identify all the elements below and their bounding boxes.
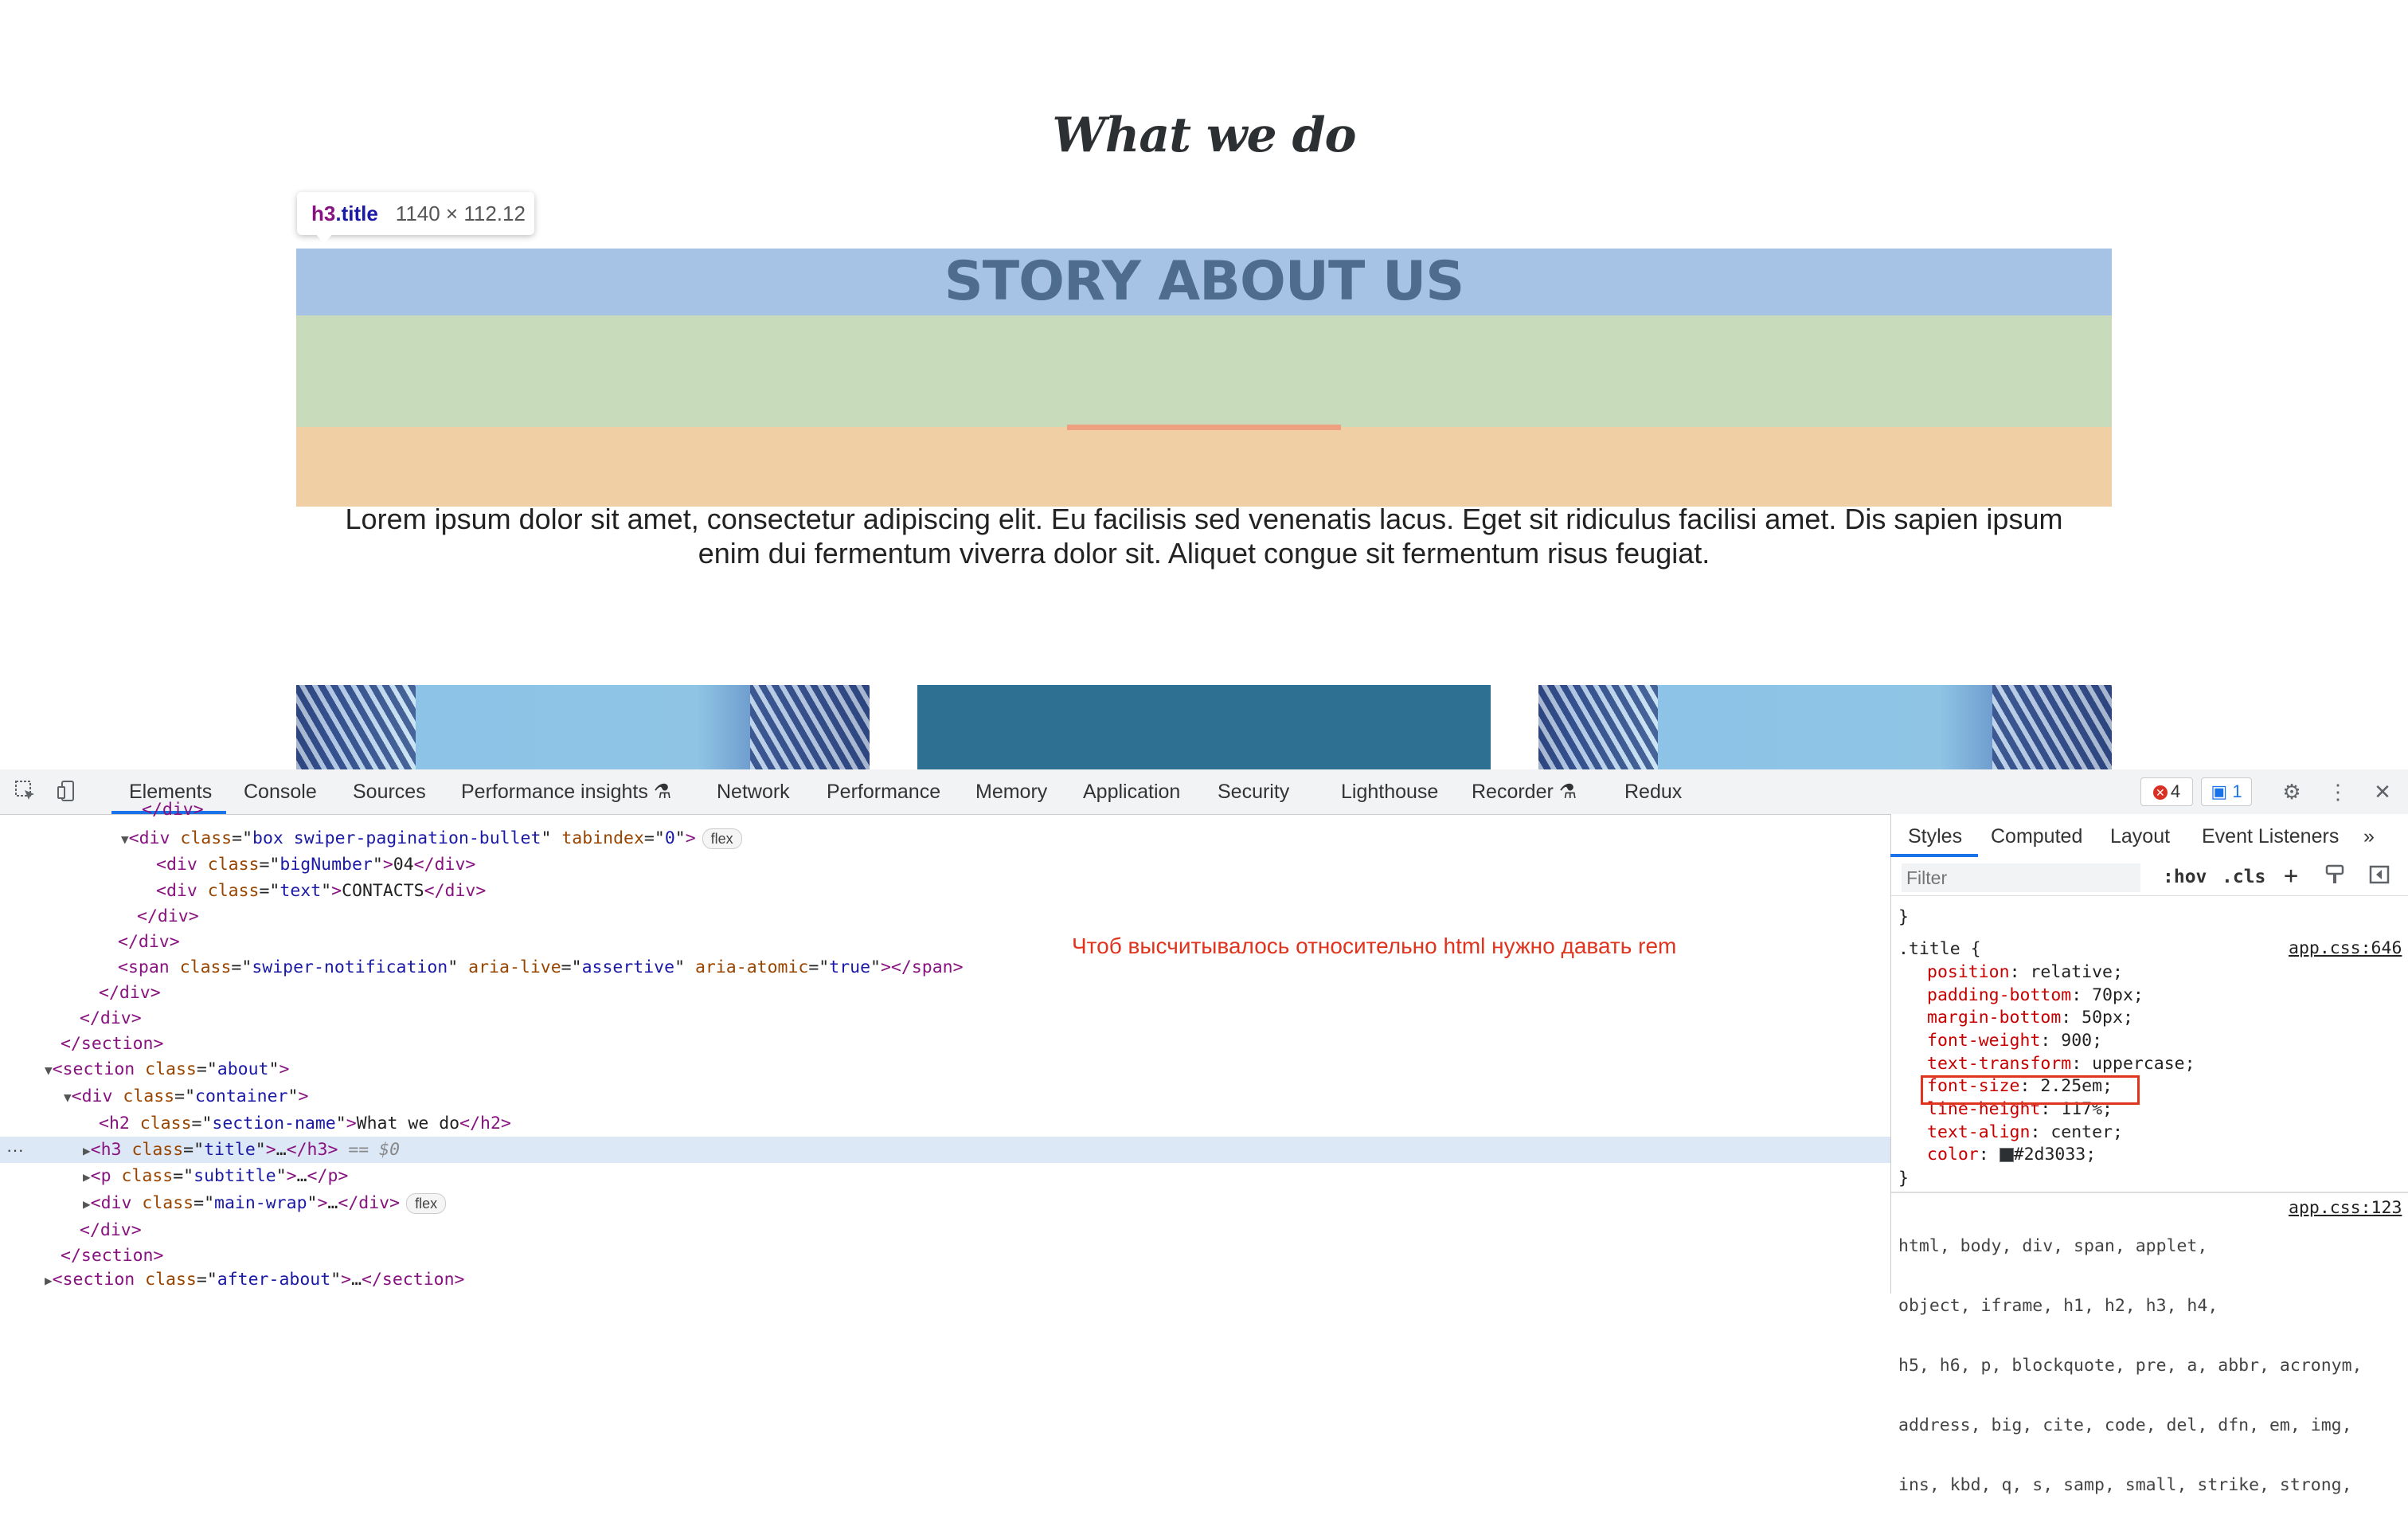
dom-node[interactable]: </div> <box>0 980 1988 1006</box>
dom-node[interactable]: <h2 class="section-name">What we do</h2> <box>0 1110 1988 1137</box>
gear-icon[interactable]: ⚙ <box>2279 779 2304 804</box>
dom-node[interactable]: <div class="text">CONTACTS</div> <box>0 878 2045 904</box>
highlight-padding-box <box>296 315 2112 427</box>
dom-node[interactable]: ▼<div class="box swiper-pagination-bulle… <box>0 825 2010 851</box>
issues-badge[interactable]: ▣ 1 <box>2201 777 2252 806</box>
kebab-menu-icon[interactable]: ⋮ <box>2325 779 2351 804</box>
annotation-note: Чтоб высчитывалось относительно html нуж… <box>1072 934 1677 958</box>
dom-node[interactable]: </div> <box>0 929 2007 955</box>
css-rule-close: } <box>1898 907 1909 927</box>
tooltip-selector: .title <box>335 201 378 225</box>
css-declaration[interactable]: font-weight: 900; <box>1898 1030 2102 1053</box>
section-title: What we do <box>1052 108 1356 163</box>
close-icon[interactable]: ✕ <box>2370 779 2395 804</box>
dom-node[interactable]: ▼<div class="container"> <box>0 1083 1953 1110</box>
css-rule-selector[interactable]: .title { <box>1898 938 1981 961</box>
more-tabs-icon[interactable]: » <box>2363 825 2375 848</box>
dom-node[interactable]: </section> <box>0 1031 1949 1057</box>
tab-layout[interactable]: Layout <box>2110 825 2170 848</box>
cls-button[interactable]: .cls <box>2222 867 2265 887</box>
css-declaration[interactable]: position: relative; <box>1898 961 2123 985</box>
dom-node[interactable]: ▶<p class="subtitle">…</p> <box>0 1163 1972 1189</box>
css-declaration[interactable]: padding-bottom: 70px; <box>1898 985 2144 1008</box>
dom-node[interactable]: <div class="bigNumber">04</div> <box>0 851 2045 878</box>
flex-badge[interactable]: flex <box>406 1193 447 1214</box>
flex-badge[interactable]: flex <box>702 828 742 849</box>
styles-filter-input[interactable] <box>1902 863 2140 892</box>
color-swatch[interactable] <box>1999 1148 2014 1162</box>
dom-node[interactable]: </div> <box>0 800 2031 820</box>
dom-node[interactable]: ▶<section class="after-about">…</section… <box>0 1266 1933 1293</box>
css-declaration[interactable]: color: #2d3033; <box>1898 1144 2096 1167</box>
dom-node[interactable]: </section> <box>0 1243 1949 1269</box>
new-style-rule-icon[interactable]: + <box>2284 862 2298 890</box>
css-selector-list: html, body, div, span, applet, object, i… <box>1898 1236 2363 1495</box>
card-image-1[interactable] <box>296 685 870 769</box>
card-image-2[interactable] <box>917 685 1491 769</box>
dom-node[interactable]: ▶<div class="main-wrap">…</div> flex <box>0 1190 1972 1216</box>
highlight-margin-box <box>296 427 2112 507</box>
subtitle: Lorem ipsum dolor sit amet, consectetur … <box>296 502 2112 570</box>
css-declaration[interactable]: text-align: center; <box>1898 1122 2123 1145</box>
error-count: 4 <box>2170 781 2181 801</box>
title-underline <box>1067 425 1341 430</box>
styles-tab-indicator <box>1890 854 1978 857</box>
message-icon: ▣ <box>2211 781 2228 801</box>
subtitle-line-2: enim dui fermentum viverra dolor sit. Al… <box>698 537 1710 570</box>
card-image-3[interactable] <box>1538 685 2112 769</box>
paint-brush-icon[interactable] <box>2324 863 2346 891</box>
dom-node-selected[interactable]: ▶<h3 class="title">…</h3> == $0 <box>0 1137 1972 1163</box>
dom-node[interactable]: </div> <box>0 903 2026 930</box>
subtitle-line-1: Lorem ipsum dolor sit amet, consectetur … <box>345 503 2063 535</box>
toggle-sidebar-icon[interactable] <box>2368 863 2390 891</box>
css-rule-close: } <box>1898 1169 1909 1188</box>
dom-node[interactable]: ▼<section class="about"> <box>0 1056 1933 1082</box>
errors-badge[interactable]: ✕ 4 <box>2140 777 2193 806</box>
tab-computed[interactable]: Computed <box>1991 825 2082 848</box>
dom-node[interactable]: </div> <box>0 1217 1968 1243</box>
issue-count: 1 <box>2232 781 2242 801</box>
error-icon: ✕ <box>2152 785 2168 801</box>
dom-node[interactable]: </div> <box>0 1005 1968 1032</box>
ellipsis-icon[interactable]: ··· <box>6 1137 24 1163</box>
css-declaration[interactable]: text-transform: uppercase; <box>1898 1053 2195 1076</box>
css-declaration[interactable]: margin-bottom: 50px; <box>1898 1007 2133 1030</box>
tooltip-tag: h3 <box>311 201 336 225</box>
story-title: STORY ABOUT US <box>944 250 1464 313</box>
tab-styles[interactable]: Styles <box>1908 825 1962 848</box>
rule-divider <box>1891 1192 2408 1193</box>
css-source-link[interactable]: app.css:646 <box>2289 938 2402 958</box>
tab-event-listeners[interactable]: Event Listeners <box>2202 825 2339 848</box>
inspect-tooltip: h3 .title 1140 × 112.12 <box>297 192 534 235</box>
tooltip-dimensions: 1140 × 112.12 <box>395 201 526 225</box>
hov-button[interactable]: :hov <box>2163 867 2207 887</box>
font-size-highlight-box <box>1921 1075 2140 1105</box>
tooltip-arrow <box>315 233 334 244</box>
dom-node[interactable]: <span class="swiper-notification" aria-l… <box>0 954 2007 981</box>
